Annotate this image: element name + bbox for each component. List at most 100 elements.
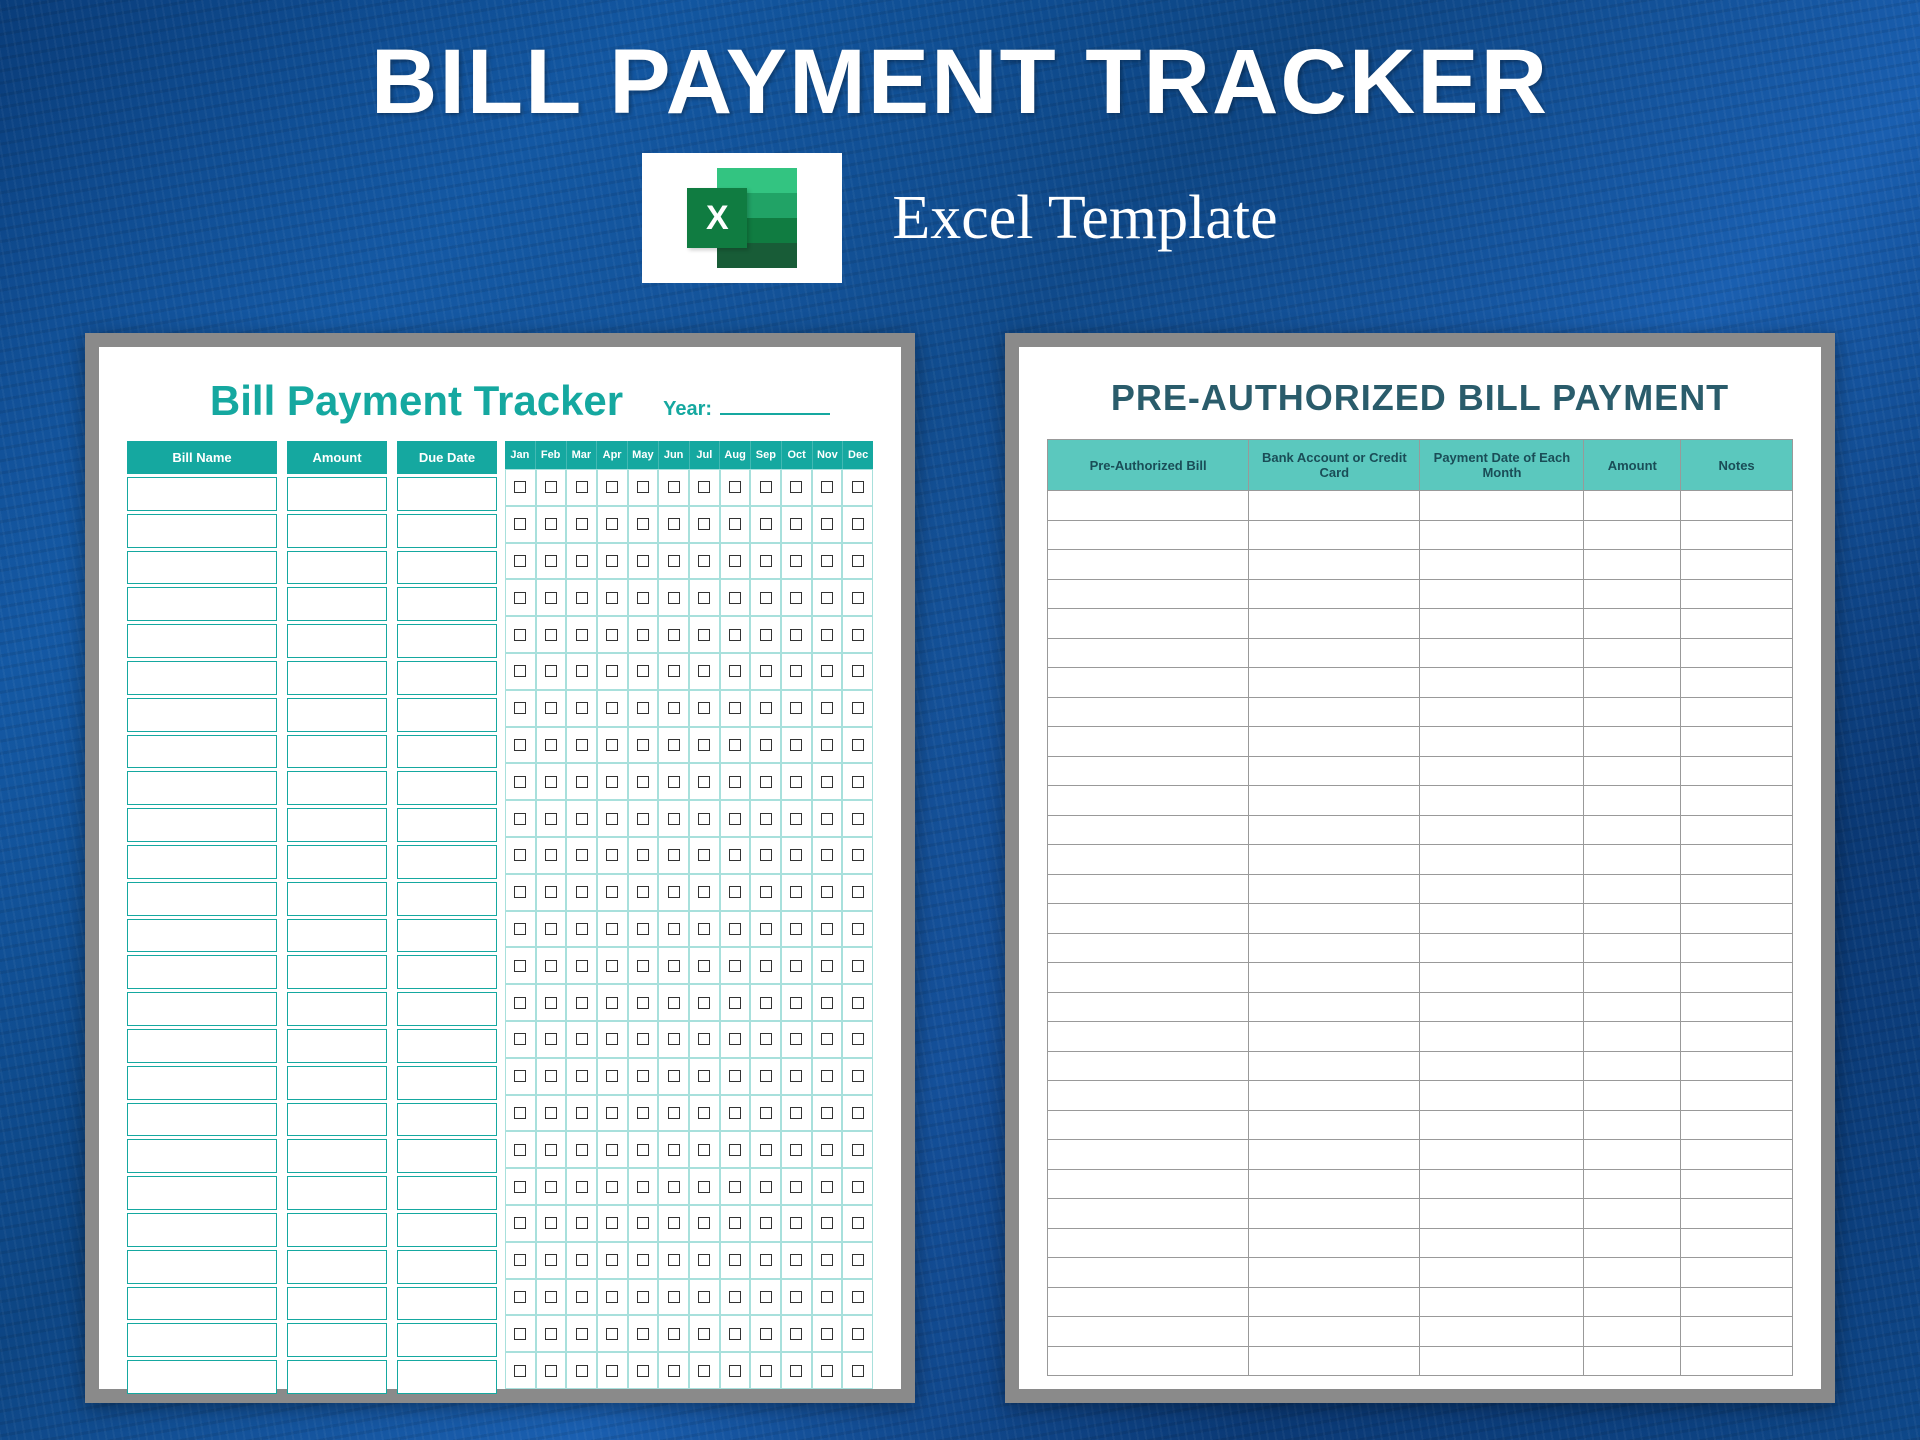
- checkbox-cell[interactable]: [566, 1058, 597, 1095]
- cell-dd[interactable]: [397, 624, 497, 658]
- checkbox-cell[interactable]: [842, 506, 873, 543]
- checkbox-cell[interactable]: [505, 1168, 536, 1205]
- cell-bn[interactable]: [127, 1250, 277, 1284]
- cell-bn[interactable]: [127, 735, 277, 769]
- checkbox-cell[interactable]: [505, 653, 536, 690]
- checkbox-cell[interactable]: [658, 506, 689, 543]
- checkbox-cell[interactable]: [658, 1131, 689, 1168]
- checkbox-cell[interactable]: [658, 616, 689, 653]
- table-cell[interactable]: [1681, 520, 1793, 550]
- cell-bn[interactable]: [127, 1029, 277, 1063]
- checkbox-cell[interactable]: [689, 1315, 720, 1352]
- checkbox-cell[interactable]: [812, 1279, 843, 1316]
- table-cell[interactable]: [1584, 638, 1681, 668]
- table-cell[interactable]: [1420, 933, 1584, 963]
- checkbox-cell[interactable]: [781, 837, 812, 874]
- checkbox-cell[interactable]: [536, 579, 567, 616]
- checkbox-cell[interactable]: [505, 1131, 536, 1168]
- checkbox-cell[interactable]: [658, 1279, 689, 1316]
- checkbox-cell[interactable]: [720, 763, 751, 800]
- checkbox-cell[interactable]: [658, 763, 689, 800]
- checkbox-cell[interactable]: [689, 579, 720, 616]
- checkbox-cell[interactable]: [536, 837, 567, 874]
- checkbox-cell[interactable]: [689, 1205, 720, 1242]
- checkbox-cell[interactable]: [720, 1242, 751, 1279]
- checkbox-cell[interactable]: [536, 1352, 567, 1389]
- checkbox-cell[interactable]: [812, 874, 843, 911]
- table-cell[interactable]: [1681, 1051, 1793, 1081]
- checkbox-cell[interactable]: [720, 1058, 751, 1095]
- checkbox-cell[interactable]: [597, 984, 628, 1021]
- cell-dd[interactable]: [397, 1287, 497, 1321]
- checkbox-cell[interactable]: [505, 763, 536, 800]
- checkbox-cell[interactable]: [628, 469, 659, 506]
- table-cell[interactable]: [1584, 491, 1681, 521]
- checkbox-cell[interactable]: [628, 616, 659, 653]
- checkbox-cell[interactable]: [628, 579, 659, 616]
- checkbox-cell[interactable]: [658, 727, 689, 764]
- checkbox-cell[interactable]: [842, 579, 873, 616]
- table-cell[interactable]: [1048, 727, 1249, 757]
- checkbox-cell[interactable]: [750, 837, 781, 874]
- checkbox-cell[interactable]: [628, 1095, 659, 1132]
- table-cell[interactable]: [1681, 727, 1793, 757]
- checkbox-cell[interactable]: [842, 543, 873, 580]
- cell-dd[interactable]: [397, 1360, 497, 1394]
- checkbox-cell[interactable]: [658, 579, 689, 616]
- checkbox-cell[interactable]: [842, 1352, 873, 1389]
- table-cell[interactable]: [1048, 491, 1249, 521]
- checkbox-cell[interactable]: [505, 1205, 536, 1242]
- table-cell[interactable]: [1249, 520, 1420, 550]
- table-cell[interactable]: [1681, 815, 1793, 845]
- checkbox-cell[interactable]: [842, 984, 873, 1021]
- cell-am[interactable]: [287, 587, 387, 621]
- checkbox-cell[interactable]: [536, 727, 567, 764]
- checkbox-cell[interactable]: [566, 653, 597, 690]
- checkbox-cell[interactable]: [781, 469, 812, 506]
- cell-dd[interactable]: [397, 1176, 497, 1210]
- table-cell[interactable]: [1681, 1258, 1793, 1288]
- cell-bn[interactable]: [127, 919, 277, 953]
- cell-am[interactable]: [287, 1360, 387, 1394]
- cell-am[interactable]: [287, 514, 387, 548]
- cell-bn[interactable]: [127, 1139, 277, 1173]
- checkbox-cell[interactable]: [689, 1352, 720, 1389]
- cell-dd[interactable]: [397, 992, 497, 1026]
- table-cell[interactable]: [1249, 815, 1420, 845]
- checkbox-cell[interactable]: [566, 837, 597, 874]
- checkbox-cell[interactable]: [812, 1168, 843, 1205]
- checkbox-cell[interactable]: [566, 984, 597, 1021]
- checkbox-cell[interactable]: [658, 874, 689, 911]
- checkbox-cell[interactable]: [628, 1279, 659, 1316]
- checkbox-cell[interactable]: [720, 543, 751, 580]
- checkbox-cell[interactable]: [781, 763, 812, 800]
- table-cell[interactable]: [1249, 697, 1420, 727]
- checkbox-cell[interactable]: [536, 1168, 567, 1205]
- checkbox-cell[interactable]: [842, 727, 873, 764]
- checkbox-cell[interactable]: [720, 506, 751, 543]
- cell-am[interactable]: [287, 1066, 387, 1100]
- checkbox-cell[interactable]: [597, 1352, 628, 1389]
- checkbox-cell[interactable]: [812, 947, 843, 984]
- table-cell[interactable]: [1249, 1140, 1420, 1170]
- table-cell[interactable]: [1584, 963, 1681, 993]
- checkbox-cell[interactable]: [536, 1131, 567, 1168]
- cell-bn[interactable]: [127, 808, 277, 842]
- table-cell[interactable]: [1681, 756, 1793, 786]
- checkbox-cell[interactable]: [566, 800, 597, 837]
- table-cell[interactable]: [1048, 815, 1249, 845]
- checkbox-cell[interactable]: [720, 1279, 751, 1316]
- table-cell[interactable]: [1420, 550, 1584, 580]
- checkbox-cell[interactable]: [689, 984, 720, 1021]
- checkbox-cell[interactable]: [566, 727, 597, 764]
- checkbox-cell[interactable]: [536, 1205, 567, 1242]
- checkbox-cell[interactable]: [750, 1205, 781, 1242]
- checkbox-cell[interactable]: [505, 1315, 536, 1352]
- checkbox-cell[interactable]: [658, 469, 689, 506]
- cell-am[interactable]: [287, 845, 387, 879]
- year-input-line[interactable]: [720, 413, 830, 415]
- checkbox-cell[interactable]: [597, 763, 628, 800]
- checkbox-cell[interactable]: [505, 800, 536, 837]
- checkbox-cell[interactable]: [750, 653, 781, 690]
- checkbox-cell[interactable]: [505, 616, 536, 653]
